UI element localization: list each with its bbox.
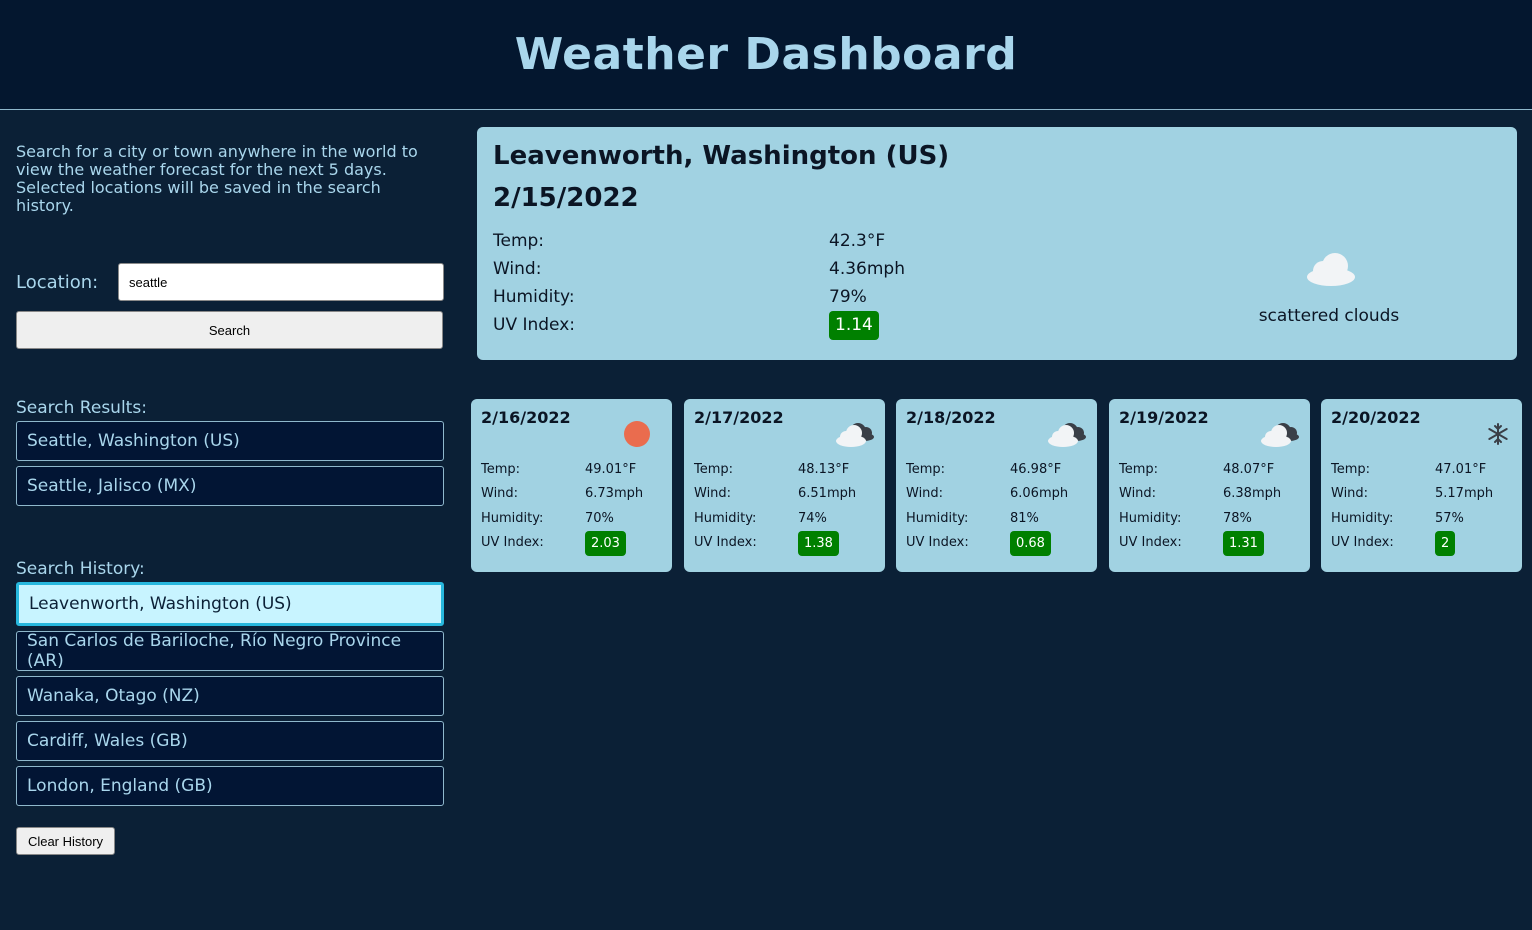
uv-badge: 1.14 bbox=[829, 311, 879, 340]
forecast-date: 2/19/2022 bbox=[1119, 408, 1209, 427]
broken-clouds-icon bbox=[1046, 419, 1088, 449]
forecast-temp-label: Temp: bbox=[481, 462, 521, 477]
search-button[interactable]: Search bbox=[16, 311, 443, 349]
forecast-humidity-label: Humidity: bbox=[481, 511, 544, 526]
forecast-wind-label: Wind: bbox=[694, 486, 732, 501]
cloud-icon bbox=[1303, 251, 1359, 287]
snow-icon bbox=[1471, 419, 1513, 449]
location-label: Location: bbox=[16, 272, 99, 293]
forecast-temp-label: Temp: bbox=[1119, 462, 1159, 477]
forecast-uv-label: UV Index: bbox=[906, 535, 969, 550]
temp-value: 42.3°F bbox=[829, 231, 886, 251]
forecast-uv-label: UV Index: bbox=[1119, 535, 1182, 550]
intro-text: Search for a city or town anywhere in th… bbox=[16, 142, 418, 215]
forecast-temp: 48.07°F bbox=[1223, 462, 1275, 477]
current-date: 2/15/2022 bbox=[493, 183, 639, 213]
forecast-temp-label: Temp: bbox=[906, 462, 946, 477]
forecast-humidity-label: Humidity: bbox=[906, 511, 969, 526]
history-item-selected[interactable]: Leavenworth, Washington (US) bbox=[16, 582, 444, 626]
forecast-humidity: 74% bbox=[798, 511, 827, 526]
forecast-wind-label: Wind: bbox=[906, 486, 944, 501]
wind-value: 4.36mph bbox=[829, 259, 905, 279]
forecast-temp-label: Temp: bbox=[1331, 462, 1371, 477]
forecast-uv-badge: 0.68 bbox=[1010, 531, 1051, 556]
forecast-uv-label: UV Index: bbox=[1331, 535, 1394, 550]
forecast-temp: 49.01°F bbox=[585, 462, 637, 477]
temp-label: Temp: bbox=[493, 231, 545, 251]
forecast-humidity-label: Humidity: bbox=[1119, 511, 1182, 526]
current-weather-card: Leavenworth, Washington (US) 2/15/2022 T… bbox=[477, 127, 1517, 360]
forecast-card: 2/18/2022 Temp: 46.98°F Wind: 6.06mph Humidit… bbox=[896, 399, 1097, 572]
humidity-value: 79% bbox=[829, 287, 867, 307]
search-result-item[interactable]: Seattle, Jalisco (MX) bbox=[16, 466, 444, 506]
forecast-uv-label: UV Index: bbox=[694, 535, 757, 550]
uv-label: UV Index: bbox=[493, 315, 576, 335]
app-header: Weather Dashboard bbox=[0, 0, 1532, 110]
humidity-label: Humidity: bbox=[493, 287, 575, 307]
history-item[interactable]: London, England (GB) bbox=[16, 766, 444, 806]
forecast-wind-label: Wind: bbox=[1119, 486, 1157, 501]
forecast-wind: 6.06mph bbox=[1010, 486, 1069, 501]
location-input[interactable] bbox=[118, 263, 444, 301]
forecast-humidity-label: Humidity: bbox=[694, 511, 757, 526]
forecast-temp: 47.01°F bbox=[1435, 462, 1487, 477]
forecast-humidity-label: Humidity: bbox=[1331, 511, 1394, 526]
forecast-uv-badge: 1.38 bbox=[798, 531, 839, 556]
forecast-card: 2/20/2022 Temp: 47.01°F Wind: 5.17mph Humidit… bbox=[1321, 399, 1522, 572]
forecast-humidity: 81% bbox=[1010, 511, 1039, 526]
search-result-item[interactable]: Seattle, Washington (US) bbox=[16, 421, 444, 461]
forecast-uv-badge: 1.31 bbox=[1223, 531, 1264, 556]
forecast-wind: 6.51mph bbox=[798, 486, 857, 501]
forecast-uv-badge: 2.03 bbox=[585, 531, 626, 556]
search-history-title: Search History: bbox=[16, 559, 145, 579]
forecast-card: 2/17/2022 Temp: 48.13°F Wind: 6.51mph Humidit… bbox=[684, 399, 885, 572]
forecast-humidity: 70% bbox=[585, 511, 614, 526]
forecast-humidity: 78% bbox=[1223, 511, 1252, 526]
forecast-temp-label: Temp: bbox=[694, 462, 734, 477]
forecast-humidity: 57% bbox=[1435, 511, 1464, 526]
forecast-card: 2/16/2022 Temp: 49.01°F Wind: 6.73mph Humidit… bbox=[471, 399, 672, 572]
forecast-date: 2/16/2022 bbox=[481, 408, 571, 427]
search-results-title: Search Results: bbox=[16, 398, 147, 418]
broken-clouds-icon bbox=[834, 419, 876, 449]
forecast-date: 2/18/2022 bbox=[906, 408, 996, 427]
history-item[interactable]: Cardiff, Wales (GB) bbox=[16, 721, 444, 761]
broken-clouds-icon bbox=[1259, 419, 1301, 449]
history-item[interactable]: San Carlos de Bariloche, Río Negro Provi… bbox=[16, 631, 444, 671]
forecast-temp: 48.13°F bbox=[798, 462, 850, 477]
sun-icon bbox=[621, 419, 663, 449]
wind-label: Wind: bbox=[493, 259, 542, 279]
forecast-wind-label: Wind: bbox=[1331, 486, 1369, 501]
forecast-date: 2/20/2022 bbox=[1331, 408, 1421, 427]
forecast-wind: 6.73mph bbox=[585, 486, 644, 501]
forecast-wind: 6.38mph bbox=[1223, 486, 1282, 501]
clear-history-button[interactable]: Clear History bbox=[16, 827, 115, 855]
current-city: Leavenworth, Washington (US) bbox=[493, 141, 950, 171]
forecast-uv-label: UV Index: bbox=[481, 535, 544, 550]
forecast-temp: 46.98°F bbox=[1010, 462, 1062, 477]
forecast-date: 2/17/2022 bbox=[694, 408, 784, 427]
forecast-wind: 5.17mph bbox=[1435, 486, 1494, 501]
forecast-wind-label: Wind: bbox=[481, 486, 519, 501]
weather-description: scattered clouds bbox=[1258, 306, 1400, 326]
history-item[interactable]: Wanaka, Otago (NZ) bbox=[16, 676, 444, 716]
forecast-card: 2/19/2022 Temp: 48.07°F Wind: 6.38mph Humidit… bbox=[1109, 399, 1310, 572]
forecast-uv-badge: 2 bbox=[1435, 531, 1456, 556]
page-title: Weather Dashboard bbox=[514, 29, 1018, 80]
